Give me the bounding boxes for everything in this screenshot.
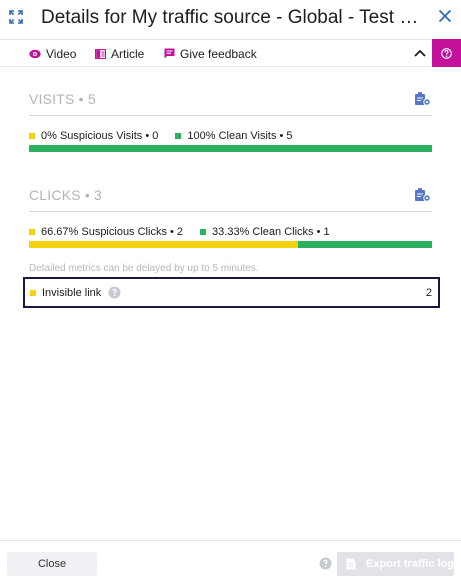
- dialog-header: Details for My traffic source - Global -…: [0, 0, 461, 37]
- feedback-icon: [164, 48, 175, 59]
- help-button[interactable]: [432, 39, 461, 67]
- visits-bar: [29, 145, 432, 152]
- visits-report-icon[interactable]: [414, 91, 431, 106]
- dialog-footer: Close Export traffic log: [0, 540, 461, 583]
- document-icon: [346, 558, 356, 570]
- clean-swatch: [175, 133, 182, 139]
- visits-legend: 0% Suspicious Visits • 0 100% Clean Visi…: [29, 129, 293, 143]
- suspicious-swatch: [29, 229, 35, 235]
- close-button[interactable]: Close: [7, 552, 97, 576]
- feedback-label: Give feedback: [180, 46, 257, 61]
- detail-value: 2: [425, 287, 432, 299]
- export-traffic-log-button[interactable]: Export traffic log: [337, 552, 454, 576]
- video-link[interactable]: Video: [29, 40, 76, 67]
- give-feedback-link[interactable]: Give feedback: [164, 40, 257, 67]
- visits-title: VISITS • 5: [29, 91, 96, 107]
- eye-icon: [29, 49, 41, 58]
- invisible-link-row[interactable]: Invisible link 2: [23, 277, 440, 308]
- delay-note: Detailed metrics can be delayed by up to…: [29, 263, 259, 274]
- video-label: Video: [46, 46, 77, 61]
- clicks-bar: [29, 241, 432, 248]
- article-icon: [95, 48, 106, 59]
- question-icon[interactable]: [319, 557, 332, 570]
- clicks-suspicious-label: 66.67% Suspicious Clicks • 2: [41, 226, 184, 238]
- suspicious-swatch: [29, 133, 35, 139]
- clean-swatch: [200, 229, 207, 235]
- visits-suspicious-label: 0% Suspicious Visits • 0: [41, 130, 159, 142]
- visits-clean-segment: [29, 145, 432, 152]
- question-icon: [441, 47, 452, 59]
- detail-label: Invisible link: [42, 286, 102, 299]
- suspicious-swatch: [30, 289, 36, 296]
- clicks-clean-segment: [297, 241, 432, 248]
- export-label: Export traffic log: [366, 558, 455, 570]
- visits-clean-label: 100% Clean Visits • 5: [187, 130, 293, 142]
- clicks-title: CLICKS • 3: [29, 187, 103, 203]
- chevron-up-icon[interactable]: [414, 48, 426, 58]
- clicks-legend: 66.67% Suspicious Clicks • 2 33.33% Clea…: [29, 225, 330, 239]
- dialog-title: Details for My traffic source - Global -…: [41, 7, 421, 28]
- clicks-suspicious-segment: [29, 241, 298, 248]
- clicks-divider: [29, 211, 432, 212]
- article-link[interactable]: Article: [95, 40, 144, 67]
- article-label: Article: [111, 46, 145, 61]
- close-icon[interactable]: [438, 9, 452, 23]
- clicks-clean-label: 33.33% Clean Clicks • 1: [212, 226, 330, 238]
- question-icon[interactable]: [108, 286, 121, 299]
- visits-divider: [29, 115, 432, 116]
- expand-icon[interactable]: [9, 10, 23, 24]
- help-toolbar: Video Article Give feedback: [0, 39, 461, 67]
- clicks-report-icon[interactable]: [414, 187, 431, 202]
